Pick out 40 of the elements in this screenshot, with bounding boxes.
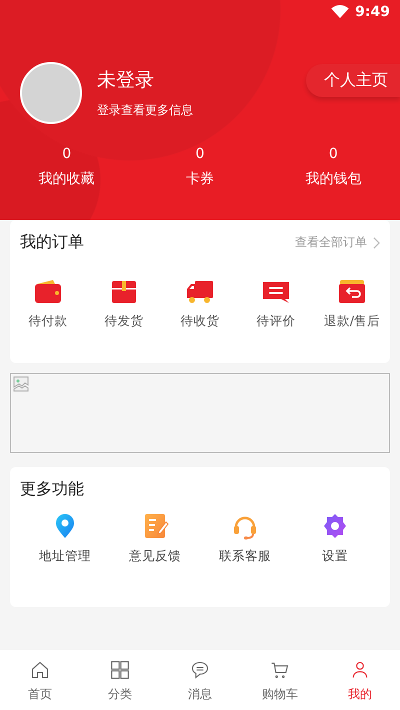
chevron-icon <box>373 236 380 248</box>
message-icon[interactable] <box>261 279 291 305</box>
stat-label[interactable]: 我的钱包 <box>305 170 362 188</box>
tab-item[interactable]: 购物车 <box>240 650 320 710</box>
broken-image-icon <box>13 376 29 392</box>
section-title: 更多功能 <box>20 479 85 500</box>
login-hint[interactable]: 登录查看更多信息 <box>97 102 306 119</box>
feature-label[interactable]: 意见反馈 <box>129 548 181 565</box>
home-icon <box>30 660 50 680</box>
tab-item[interactable]: 我的 <box>320 650 400 710</box>
gift-box-icon[interactable] <box>109 279 139 305</box>
stat-value: 0 <box>62 146 72 162</box>
stat-value: 0 <box>328 146 338 162</box>
order-status-label[interactable]: 待付款 <box>28 313 68 330</box>
order-status-label[interactable]: 退款/售后 <box>324 313 380 330</box>
wallet-icon[interactable] <box>33 279 63 305</box>
feature-label[interactable]: 设置 <box>322 548 348 565</box>
tab-item[interactable]: 分类 <box>80 650 160 710</box>
status-time: 9:49 <box>355 4 390 20</box>
tab-item[interactable]: 首页 <box>0 650 80 710</box>
stat-value: 0 <box>196 146 204 162</box>
chat-bubble-icon <box>190 660 210 680</box>
user-icon <box>350 660 370 680</box>
order-status-label[interactable]: 待收货 <box>180 313 220 330</box>
order-status-label[interactable]: 待评价 <box>256 313 296 330</box>
feature-label[interactable]: 联系客服 <box>219 548 271 565</box>
return-box-icon[interactable] <box>337 279 367 305</box>
wifi-icon <box>331 5 350 19</box>
cart-icon <box>270 660 290 680</box>
feature-label[interactable]: 地址管理 <box>39 548 91 565</box>
section-title: 我的订单 <box>20 232 84 253</box>
stat-label[interactable]: 我的收藏 <box>38 170 95 188</box>
truck-icon[interactable] <box>185 279 215 305</box>
grid-icon <box>110 660 130 680</box>
settings-icon[interactable] <box>321 512 349 540</box>
user-name: 未登录 <box>97 68 155 93</box>
tab-item[interactable]: 消息 <box>160 650 240 710</box>
stat-label[interactable]: 卡券 <box>186 170 214 188</box>
order-status-label[interactable]: 待发货 <box>104 313 144 330</box>
profile-home-button[interactable]: 个人主页 <box>306 64 400 97</box>
